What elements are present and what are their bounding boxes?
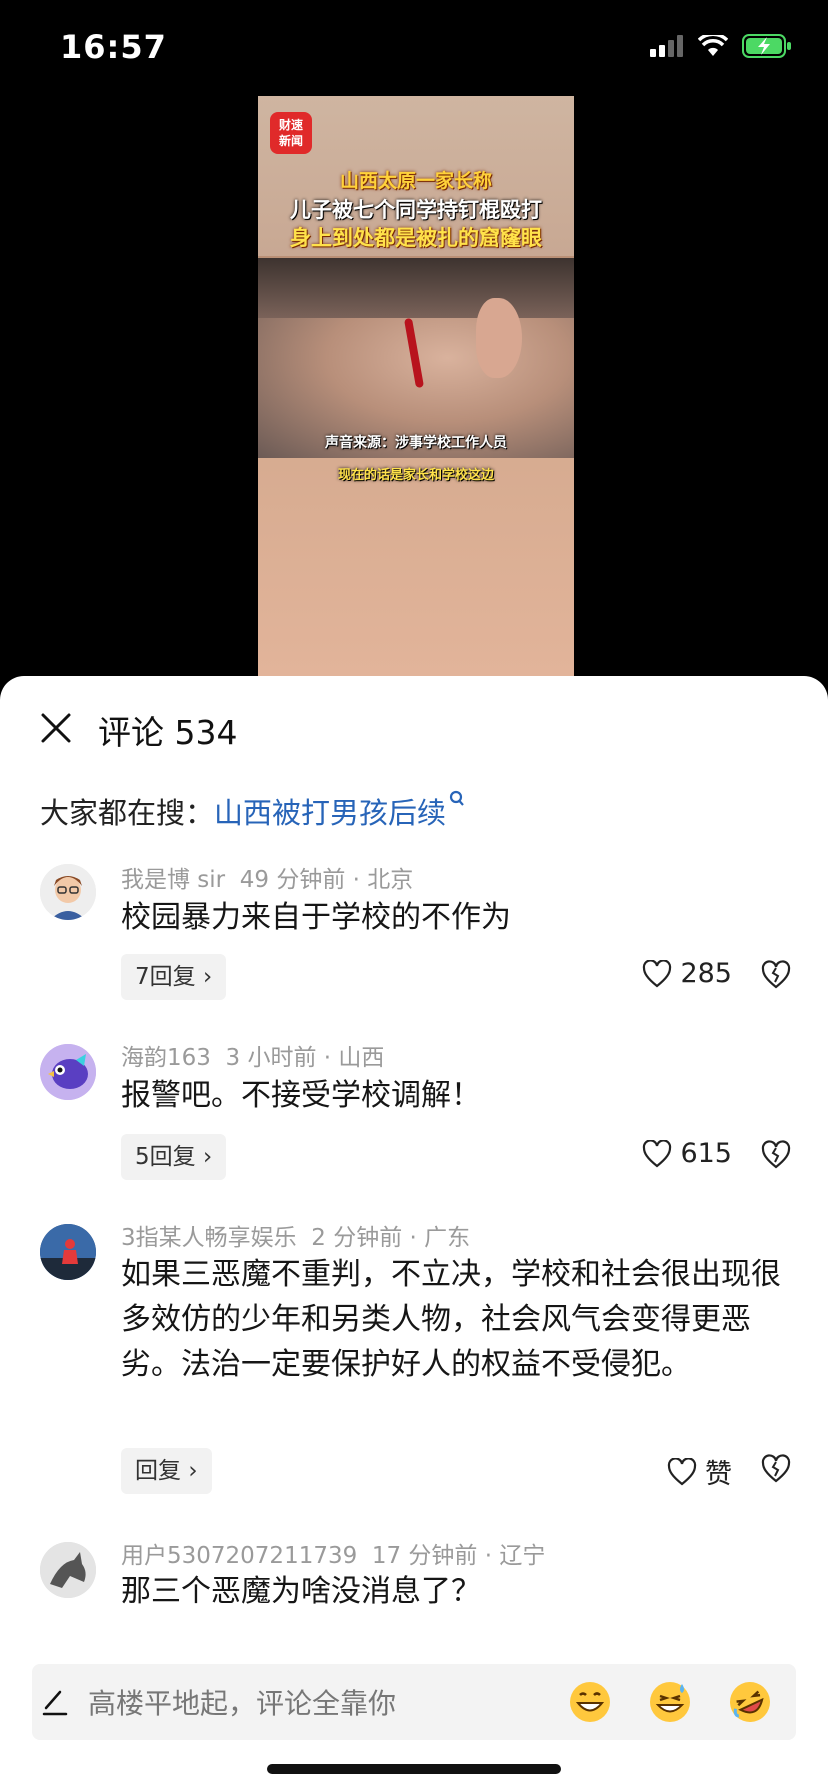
comment-location: 辽宁	[499, 1543, 546, 1569]
heart-icon	[667, 1457, 697, 1485]
rolling-laughing-face-icon[interactable]	[726, 1678, 774, 1726]
wifi-icon	[698, 35, 728, 56]
news-logo: 财速 新闻	[270, 112, 312, 154]
video-frame-hair	[258, 258, 574, 318]
video-frame-image	[258, 258, 574, 458]
video-frame-ear	[476, 298, 522, 378]
comment-time: 2 分钟前	[311, 1225, 403, 1251]
avatar[interactable]	[40, 864, 96, 920]
avatar[interactable]	[40, 1224, 96, 1280]
comment-text[interactable]: 报警吧。不接受学校调解！	[121, 1074, 781, 1118]
comment-location: 广东	[424, 1225, 471, 1251]
status-icons	[650, 34, 792, 58]
comment-input[interactable]: 高楼平地起，评论全靠你	[88, 1682, 396, 1722]
broken-heart-icon[interactable]	[760, 1140, 792, 1170]
replies-button[interactable]: 回复 ›	[121, 1448, 212, 1494]
comment-text[interactable]: 如果三恶魔不重判，不立决，学校和社会很出现很多效仿的少年和另类人物，社会风气会变…	[121, 1252, 781, 1387]
news-logo-line2: 新闻	[278, 134, 303, 148]
video-caption-subtitle: 现在的话是家长和学校这边	[337, 468, 494, 483]
video-caption-source: 声音来源：涉事学校工作人员	[325, 435, 507, 451]
chevron-right-icon: ›	[202, 1144, 213, 1170]
comment-item: 海韵163 3 小时前 · 山西 报警吧。不接受学校调解！ 5回复 › 615	[0, 1036, 828, 1196]
video-title-line2: 儿子被七个同学持钉棍殴打	[290, 198, 542, 222]
pen-icon	[42, 1690, 68, 1716]
search-icon[interactable]	[448, 790, 466, 810]
comment-meta: 3指某人畅享娱乐 2 分钟前 · 广东	[121, 1225, 471, 1251]
comment-meta: 海韵163 3 小时前 · 山西	[121, 1045, 385, 1071]
comment-time: 17 分钟前	[371, 1543, 478, 1569]
replies-label: 5回复	[135, 1144, 196, 1170]
signal-icon	[650, 35, 683, 57]
like-count: 285	[680, 958, 732, 989]
like-button[interactable]: 615	[642, 1138, 732, 1169]
avatar-horse-icon	[40, 1542, 96, 1598]
close-icon[interactable]	[40, 712, 72, 744]
heart-icon	[643, 1139, 672, 1167]
comments-title: 评论 534	[98, 713, 238, 752]
avatar[interactable]	[40, 1044, 96, 1100]
replies-button[interactable]: 7回复 ›	[121, 954, 227, 1000]
comment-meta: 我是博 sir 49 分钟前 · 北京	[121, 867, 414, 893]
battery-charging-icon	[742, 34, 791, 58]
home-indicator[interactable]	[267, 1764, 561, 1774]
comments-header: 评论 534	[0, 676, 828, 776]
video-title-line1: 山西太原一家长称	[339, 170, 492, 192]
comment-time: 3 小时前	[225, 1045, 317, 1071]
video-frame-wound	[403, 317, 425, 389]
chevron-right-icon: ›	[202, 964, 213, 990]
avatar-photo-icon	[40, 1224, 96, 1280]
video-title-line3: 身上到处都是被扎的窟窿眼	[290, 226, 542, 250]
comment-location: 山西	[338, 1045, 385, 1071]
comment-item: 用户5307207211739 17 分钟前 · 辽宁 那三个恶魔为啥没消息了？	[0, 1536, 828, 1656]
comment-input-bar[interactable]: 高楼平地起，评论全靠你	[32, 1664, 796, 1740]
trending-search: 大家都在搜：山西被打男孩后续	[40, 790, 466, 832]
chevron-right-icon: ›	[188, 1458, 198, 1484]
broken-heart-icon[interactable]	[760, 960, 792, 990]
like-button[interactable]: 赞	[667, 1452, 732, 1491]
comment-location: 北京	[367, 867, 414, 893]
replies-label: 7回复	[135, 964, 196, 990]
trending-search-link[interactable]: 山西被打男孩后续	[214, 796, 446, 830]
comments-sheet: 评论 534 大家都在搜：山西被打男孩后续 我是博 sir 49 分钟前 · 北…	[0, 676, 828, 1792]
like-label: 赞	[705, 1459, 732, 1490]
comment-item: 3指某人畅享娱乐 2 分钟前 · 广东 如果三恶魔不重判，不立决，学校和社会很出…	[0, 1216, 828, 1516]
replies-label: 回复	[135, 1458, 181, 1484]
comment-text[interactable]: 校园暴力来自于学校的不作为	[121, 896, 781, 940]
comment-text[interactable]: 那三个恶魔为啥没消息了？	[121, 1570, 781, 1614]
avatar[interactable]	[40, 1542, 96, 1598]
avatar-cartoon-icon	[40, 864, 96, 920]
broken-heart-icon[interactable]	[760, 1454, 792, 1484]
trending-search-prefix: 大家都在搜：	[40, 796, 215, 830]
grinning-sweat-face-icon[interactable]	[646, 1678, 694, 1726]
avatar-bird-icon	[40, 1044, 96, 1100]
comment-username[interactable]: 3指某人畅享娱乐	[121, 1225, 297, 1251]
comment-username[interactable]: 用户5307207211739	[121, 1543, 357, 1569]
comment-username[interactable]: 我是博 sir	[121, 867, 225, 893]
news-logo-line1: 财速	[278, 118, 303, 132]
like-button[interactable]: 285	[642, 958, 732, 989]
video-player[interactable]: 财速 新闻 山西太原一家长称 儿子被七个同学持钉棍殴打 身上到处都是被扎的窟窿眼…	[258, 96, 574, 678]
grinning-face-icon[interactable]	[566, 1678, 614, 1726]
replies-button[interactable]: 5回复 ›	[121, 1134, 227, 1180]
comment-time: 49 分钟前	[239, 867, 346, 893]
comment-username[interactable]: 海韵163	[121, 1045, 211, 1071]
comment-meta: 用户5307207211739 17 分钟前 · 辽宁	[121, 1543, 546, 1569]
status-time: 16:57	[60, 28, 167, 66]
comment-item: 我是博 sir 49 分钟前 · 北京 校园暴力来自于学校的不作为 7回复 › …	[0, 856, 828, 1016]
heart-icon	[643, 959, 672, 987]
like-count: 615	[680, 1138, 732, 1169]
status-bar: 16:57	[0, 0, 828, 100]
